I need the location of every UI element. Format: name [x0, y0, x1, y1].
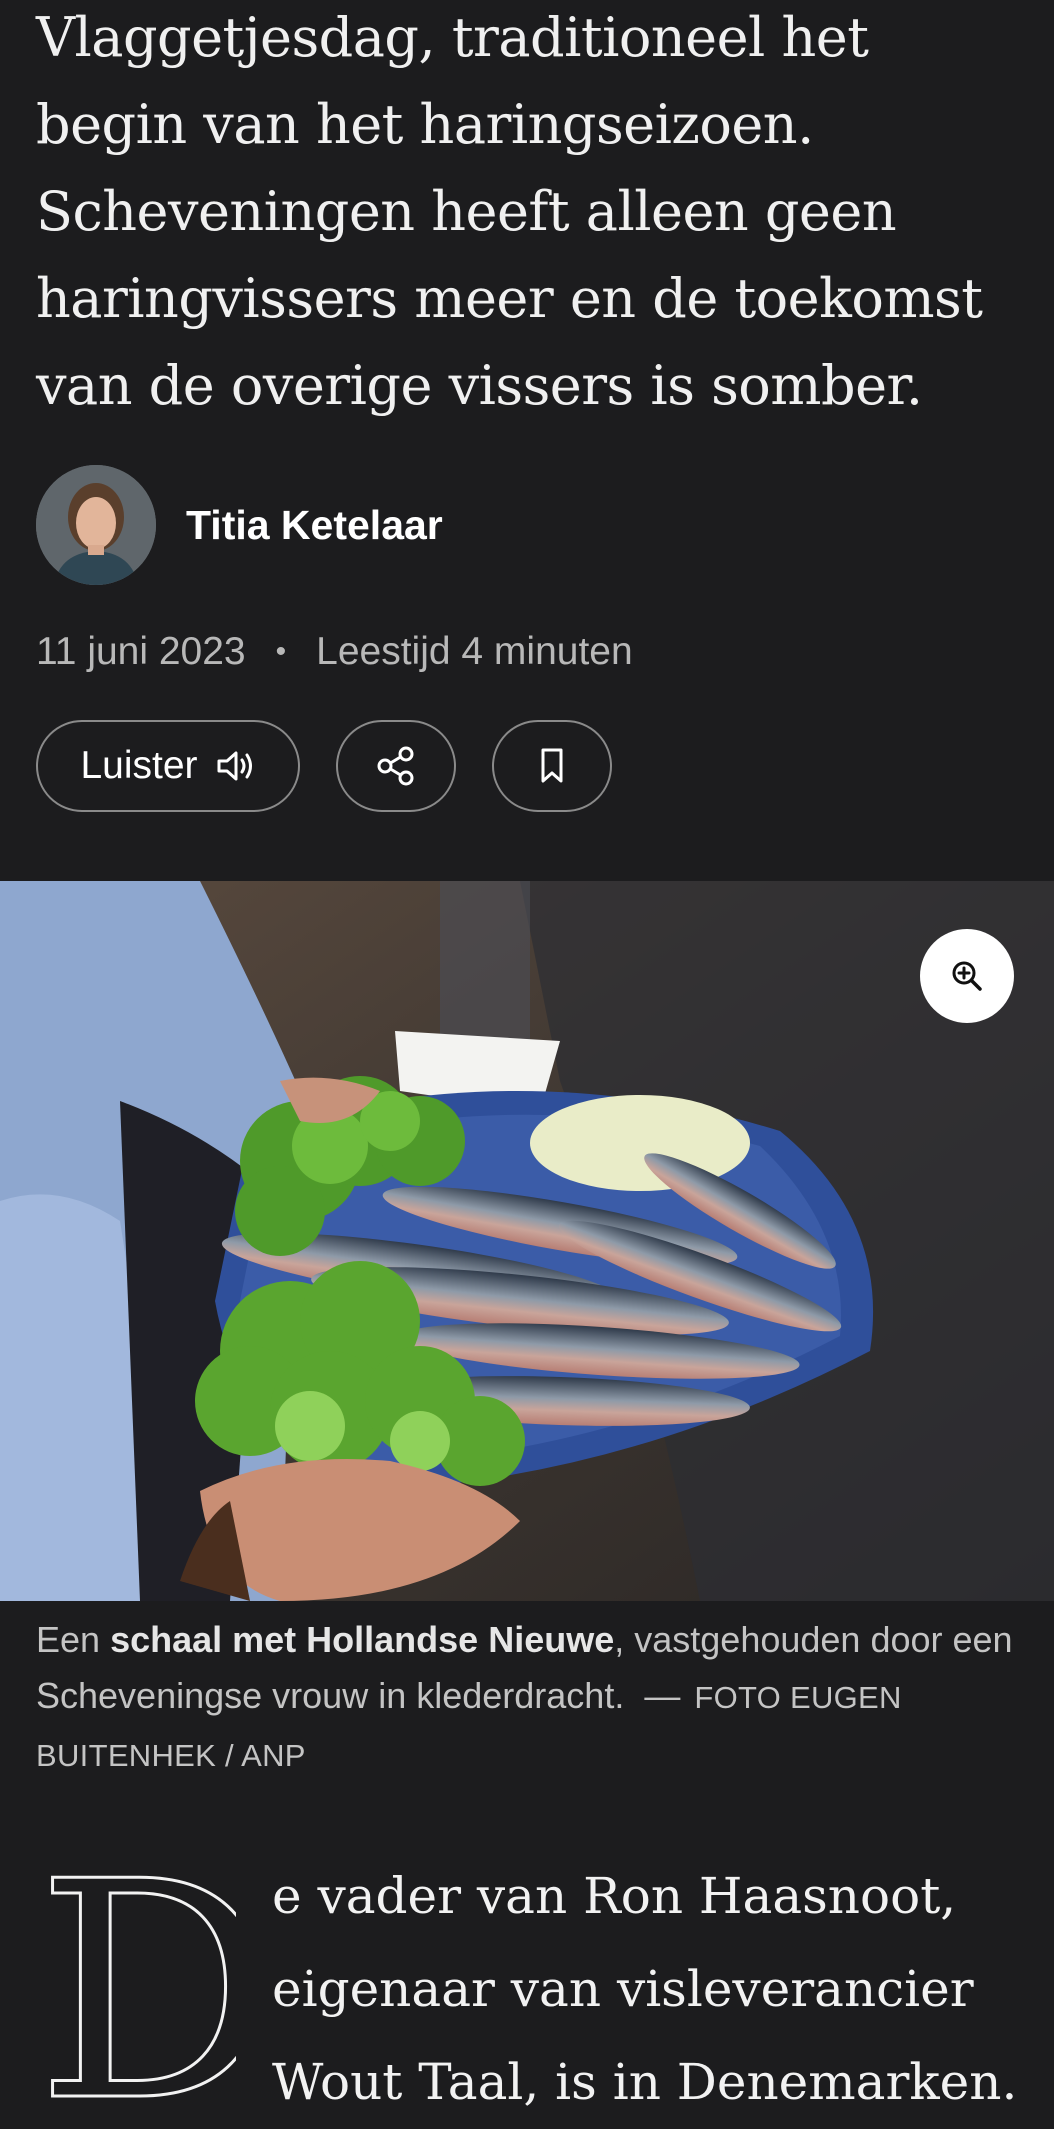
listen-label: Luister	[80, 744, 198, 787]
author-avatar[interactable]	[36, 465, 156, 585]
herring-platter-image	[0, 881, 1054, 1601]
zoom-in-icon	[952, 961, 982, 991]
caption-text-start: Een	[36, 1619, 111, 1660]
author-byline[interactable]: Titia Ketelaar	[36, 465, 443, 585]
bookmark-icon	[541, 748, 563, 783]
drop-cap: D	[36, 1864, 236, 2104]
article-intro: Vlaggetjesdag, traditioneel het begin va…	[36, 6, 983, 417]
share-button[interactable]	[336, 720, 456, 812]
listen-button[interactable]: Luister	[36, 720, 300, 812]
caption-dash: —	[644, 1675, 681, 1716]
reading-time: Leestijd 4 minuten	[316, 630, 633, 673]
drop-cap-letter: D	[36, 1864, 236, 2104]
publish-date: 11 juni 2023	[36, 630, 246, 673]
article-meta: 11 juni 2023 • Leestijd 4 minuten	[36, 630, 633, 674]
article-body-opening: e vader van Ron Haasnoot, eigenaar van v…	[272, 1867, 1018, 2111]
speaker-icon	[217, 751, 252, 781]
author-name[interactable]: Titia Ketelaar	[186, 502, 443, 549]
share-icon	[377, 746, 414, 786]
article-actions: Luister	[36, 720, 612, 812]
bookmark-button[interactable]	[492, 720, 612, 812]
photo-caption: Een schaal met Hollandse Nieuwe, vastgeh…	[36, 1612, 1026, 1784]
meta-separator: •	[275, 635, 287, 668]
zoom-button[interactable]	[920, 929, 1014, 1023]
caption-highlight: schaal met Hollandse Nieuwe	[110, 1619, 615, 1660]
article-photo[interactable]	[0, 881, 1054, 1601]
author-photo	[36, 465, 156, 585]
